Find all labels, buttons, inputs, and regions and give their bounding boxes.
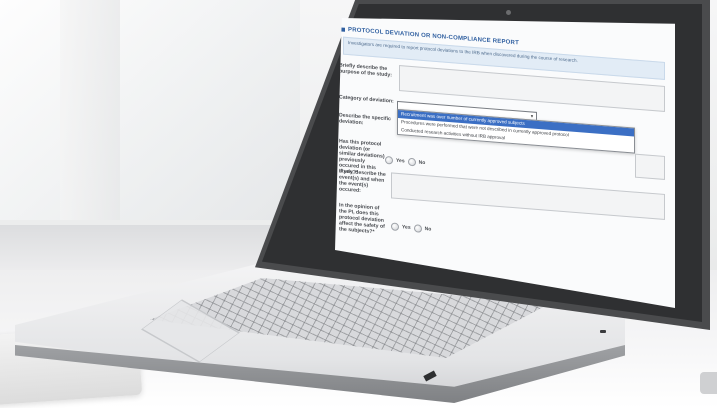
q5-label: If yes, describe the event(s) and when t… — [339, 168, 386, 195]
mug — [700, 372, 717, 394]
no-radio[interactable] — [407, 157, 416, 167]
bullet-icon — [341, 27, 345, 32]
yes-label: Yes — [402, 224, 411, 231]
q2-label: Category of deviation: — [339, 94, 394, 105]
no-radio[interactable] — [413, 224, 422, 233]
background-column — [60, 0, 120, 220]
yes-radio[interactable] — [385, 155, 393, 165]
no-label: No — [424, 226, 432, 233]
chevron-down-icon: ▼ — [530, 113, 534, 119]
deviation-description-textarea[interactable] — [635, 153, 665, 180]
q6-label: In the opinion of the PI, does this prot… — [339, 202, 385, 236]
q1-label: Briefly describe the purpose of the stud… — [339, 62, 393, 79]
yes-radio[interactable] — [391, 222, 399, 232]
previous-deviation-radios: Yes No — [385, 155, 426, 167]
safety-radios: Yes No — [391, 222, 431, 233]
status-light — [600, 330, 606, 333]
no-label: No — [418, 159, 426, 167]
events-textarea[interactable] — [391, 172, 665, 220]
q3-label: Describe the specific deviation: — [339, 112, 391, 127]
photo-scene: PROTOCOL DEVIATION OR NON-COMPLIANCE REP… — [0, 0, 717, 408]
webcam — [506, 10, 511, 15]
yes-label: Yes — [396, 157, 405, 165]
background-window — [0, 0, 300, 220]
